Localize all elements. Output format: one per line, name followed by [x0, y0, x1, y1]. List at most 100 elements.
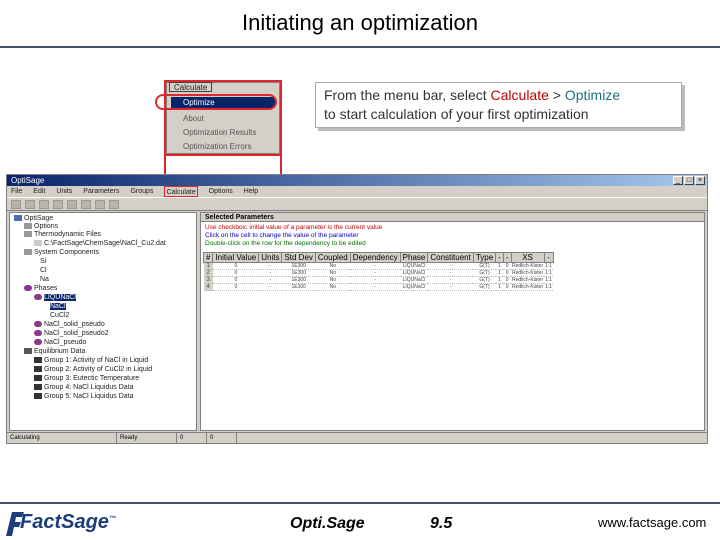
tree-item[interactable]: Equilibrium Data [24, 348, 85, 356]
table-cell[interactable]: Redlich-Kister [511, 262, 545, 270]
table-cell[interactable]: G(T) [473, 262, 496, 270]
print-icon[interactable] [53, 200, 63, 209]
tree-item[interactable]: LIQUNaCl [34, 294, 76, 302]
table-row[interactable]: 1 0-1E300 No - LIQUNaCl - G(T) 1 0 Redlich-Kister… [203, 262, 554, 270]
parameter-icon[interactable] [95, 200, 105, 209]
table-cell[interactable]: - [350, 283, 401, 291]
group-icon[interactable] [81, 200, 91, 209]
tree-item[interactable]: Phases [24, 285, 57, 293]
tree-item[interactable]: C:\FactSage\ChemSage\NaCl_Cu2.dat [34, 240, 166, 248]
tree-item[interactable]: Group 4: NaCl Liquidus Data [34, 384, 134, 392]
tree-item[interactable]: Group 1: Activity of NaCl in Liquid [34, 357, 148, 365]
tree-item[interactable]: System Components [24, 249, 99, 257]
table-cell[interactable]: LIQUNaCl [400, 283, 428, 291]
tree-item[interactable]: Group 3: Eutectic Temperature [34, 375, 139, 383]
table-row[interactable]: 3 0-1E300 No - LIQUNaCl - G(T) 1 0 Redlich-Kister… [203, 276, 554, 284]
column-header[interactable]: - [495, 252, 504, 263]
table-cell[interactable]: Redlich-Kister [511, 269, 545, 277]
table-cell[interactable]: Redlich-Kister [511, 276, 545, 284]
table-cell[interactable]: 1E300 [281, 283, 316, 291]
tree-item[interactable]: NaCl [50, 303, 66, 311]
delete-icon[interactable] [109, 200, 119, 209]
table-cell[interactable]: - [350, 269, 401, 277]
menu-calculate[interactable]: Calculate [164, 186, 198, 197]
table-cell[interactable]: - [350, 262, 401, 270]
tree-item[interactable]: NaCl_pseudo [34, 339, 86, 347]
column-header[interactable]: # [202, 252, 214, 263]
table-cell[interactable]: No [315, 262, 351, 270]
tree-item[interactable]: NaCl_solid_pseudo [34, 321, 105, 329]
menu-units[interactable]: Units [56, 186, 72, 197]
footer-url[interactable]: www.factsage.com [598, 515, 706, 530]
table-cell[interactable]: 1E300 [281, 276, 316, 284]
table-cell[interactable]: G(T) [473, 269, 496, 277]
menu-file[interactable]: File [11, 186, 22, 197]
table-cell[interactable]: 1 [495, 283, 504, 291]
menu-groups[interactable]: Groups [130, 186, 153, 197]
close-icon[interactable]: × [695, 176, 705, 185]
table-cell[interactable]: 1:1 [544, 262, 554, 270]
column-header[interactable]: - [502, 252, 512, 263]
table-cell[interactable]: - [258, 276, 282, 284]
column-header[interactable]: Constituent [427, 252, 474, 263]
column-header[interactable]: Phase [399, 252, 429, 263]
tree-item[interactable]: Thermodynamic Files [24, 231, 101, 239]
table-cell[interactable]: - [258, 262, 282, 270]
tree-item[interactable]: NaCl_solid_pseudo2 [34, 330, 109, 338]
table-cell[interactable]: - [427, 283, 474, 291]
menu-options[interactable]: Options [209, 186, 233, 197]
table-cell[interactable]: - [350, 276, 401, 284]
tree-item[interactable]: OptiSage [14, 215, 53, 223]
tree-item[interactable]: Options [24, 223, 58, 231]
column-header[interactable]: Units [258, 252, 283, 263]
table-cell[interactable]: - [258, 283, 282, 291]
menu-edit[interactable]: Edit [33, 186, 45, 197]
table-cell[interactable]: - [427, 262, 474, 270]
table-cell[interactable]: 0 [212, 276, 259, 284]
table-cell[interactable]: 1:1 [544, 283, 554, 291]
table-cell[interactable]: 1 [495, 262, 504, 270]
table-cell[interactable]: 0 [212, 283, 259, 291]
table-cell[interactable]: 0 [503, 276, 511, 284]
table-cell[interactable]: 1 [495, 276, 504, 284]
table-cell[interactable]: LIQUNaCl [400, 262, 428, 270]
calculate-icon[interactable] [67, 200, 77, 209]
table-cell[interactable]: 1 [495, 269, 504, 277]
open-file-icon[interactable] [25, 200, 35, 209]
column-header[interactable]: Coupled [314, 252, 351, 263]
tree-item[interactable]: Na [40, 276, 49, 284]
tree-item[interactable]: Group 5: NaCl Liquidus Data [34, 393, 134, 401]
minimize-icon[interactable]: _ [673, 176, 683, 185]
table-cell[interactable]: 0 [212, 269, 259, 277]
table-cell[interactable]: 0 [503, 269, 511, 277]
tree-item[interactable]: Group 2: Activity of CuCl2 in Liquid [34, 366, 152, 374]
new-file-icon[interactable] [11, 200, 21, 209]
menu-parameters[interactable]: Parameters [83, 186, 119, 197]
table-cell[interactable]: LIQUNaCl [400, 276, 428, 284]
table-cell[interactable]: - [427, 276, 474, 284]
table-row[interactable]: 4 0-1E300 No - LIQUNaCl - G(T) 1 0 Redlich-Kister… [203, 283, 554, 291]
column-header[interactable]: Initial Value [212, 252, 260, 263]
menu-help[interactable]: Help [244, 186, 258, 197]
table-cell[interactable]: 0 [503, 262, 511, 270]
column-header[interactable]: XS [510, 252, 545, 263]
table-cell[interactable]: 1:1 [544, 276, 554, 284]
table-cell[interactable]: - [258, 269, 282, 277]
table-cell[interactable]: LIQUNaCl [400, 269, 428, 277]
table-cell[interactable]: 1E300 [281, 269, 316, 277]
table-cell[interactable]: No [315, 269, 351, 277]
table-cell[interactable]: - [427, 269, 474, 277]
tree-item[interactable]: Cl [40, 267, 47, 275]
column-header[interactable]: Std Dev [281, 252, 316, 263]
table-cell[interactable]: 1E300 [281, 262, 316, 270]
table-cell[interactable]: 1:1 [544, 269, 554, 277]
table-cell[interactable]: G(T) [473, 283, 496, 291]
column-header[interactable]: Dependency [349, 252, 401, 263]
table-cell[interactable]: G(T) [473, 276, 496, 284]
table-cell[interactable]: Redlich-Kister [511, 283, 545, 291]
table-cell[interactable]: 0 [503, 283, 511, 291]
table-cell[interactable]: No [315, 276, 351, 284]
table-row[interactable]: 2 0-1E300 No - LIQUNaCl - G(T) 1 0 Redlich-Kister… [203, 269, 554, 277]
table-cell[interactable]: No [315, 283, 351, 291]
table-cell[interactable]: 0 [212, 262, 259, 270]
